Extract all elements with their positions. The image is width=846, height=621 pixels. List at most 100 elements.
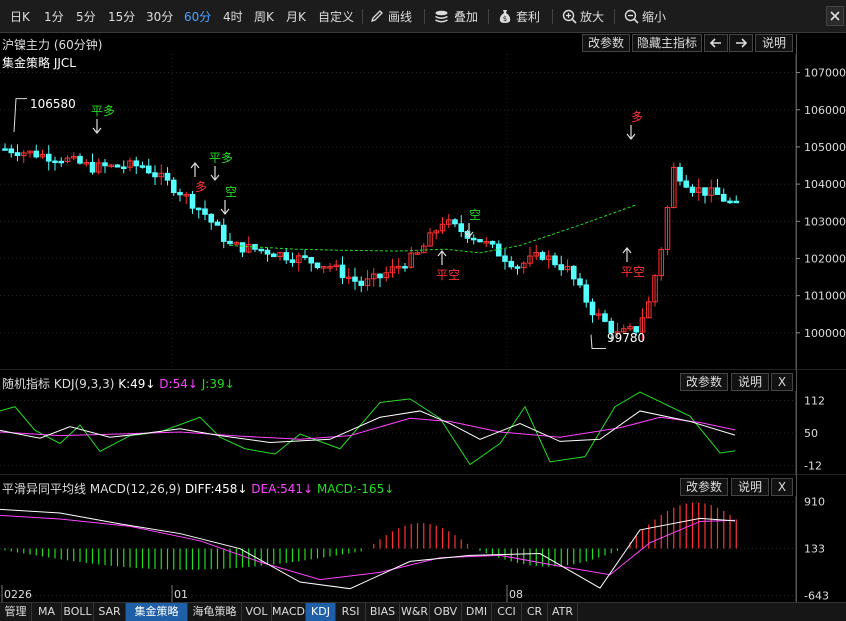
tab-indicator[interactable]: VOL [242, 603, 272, 621]
tab-indicator[interactable]: 管理 [0, 603, 32, 621]
zoom-in-icon [562, 9, 577, 24]
candle [570, 265, 577, 280]
tab-indicator[interactable]: SAR [94, 603, 126, 621]
period-15min[interactable]: 15分 [108, 8, 135, 26]
kdj-params-button[interactable]: 改参数 [680, 373, 728, 391]
candle [177, 192, 183, 196]
tab-indicator[interactable]: MACD [272, 603, 306, 621]
candle [539, 252, 546, 260]
time-tick-label: 0226 [4, 588, 32, 601]
macd-panel-header: 平滑异同平均线 MACD(12,26,9) DIFF:458↓ DEA:541↓… [0, 478, 796, 496]
kdj-j-line [0, 391, 736, 466]
kdj-help-button[interactable]: 说明 [731, 373, 769, 391]
tab-indicator[interactable]: W&R [400, 603, 430, 621]
candle [120, 166, 127, 170]
candle [339, 264, 346, 279]
time-tick-label: 08 [509, 588, 523, 601]
candle [195, 207, 202, 211]
candle [239, 242, 246, 253]
price-tick-label: 106000 [804, 104, 846, 117]
arrow-down-icon [220, 200, 230, 215]
candle [689, 186, 696, 193]
arbitrage-button[interactable]: $ 套利 [498, 8, 540, 26]
arrow-up-icon [190, 162, 200, 177]
overlay-button[interactable]: 叠加 [434, 8, 478, 26]
time-tick-label: 01 [174, 588, 188, 601]
arrow-down-icon [210, 166, 220, 181]
trade-signal-label: 平空 [436, 268, 460, 282]
tab-indicator[interactable]: 海龟策略 [188, 603, 242, 621]
period-4h[interactable]: 4时 [223, 8, 243, 26]
price-tick-label: 103000 [804, 215, 846, 228]
main-help-button[interactable]: 说明 [755, 34, 793, 52]
arrow-right-icon [736, 38, 748, 48]
tab-indicator[interactable]: 集金策略 [126, 603, 188, 621]
top-toolbar: 日K 1分 5分 15分 30分 60分 4时 周K 月K 自定义 画线 叠加 … [0, 0, 846, 33]
macd-chart[interactable]: 910 133 -643 0226 01 08 [0, 496, 846, 602]
tab-indicator[interactable]: DMI [462, 603, 492, 621]
macd-help-button[interactable]: 说明 [731, 478, 769, 496]
arrow-down-icon [626, 125, 636, 140]
candle [33, 150, 40, 158]
candle [152, 172, 158, 178]
macd-params-button[interactable]: 改参数 [680, 478, 728, 496]
kdj-chart[interactable]: 112 50 -12 [0, 391, 846, 475]
candle [508, 260, 515, 268]
candle [258, 248, 265, 252]
arbitrage-label: 套利 [516, 10, 541, 24]
high-marker-line [13, 98, 27, 133]
candle [452, 219, 458, 225]
period-1min[interactable]: 1分 [44, 8, 64, 26]
kdj-d-line [0, 416, 736, 440]
candle [602, 313, 608, 322]
candle [702, 187, 708, 196]
tab-indicator[interactable]: RSI [336, 603, 366, 621]
toolbar-divider [552, 9, 553, 24]
kdj-close-button[interactable]: X [771, 373, 793, 391]
kdj-name: 随机指标 [2, 377, 51, 391]
zoom-out-button[interactable]: 缩小 [624, 8, 666, 26]
price-tick-label: 101000 [804, 290, 846, 303]
candle [589, 301, 596, 316]
prev-indicator-button[interactable] [704, 34, 728, 52]
toolbar-divider [424, 9, 425, 24]
tab-indicator[interactable]: MA [32, 603, 62, 621]
candle [352, 276, 358, 282]
candlestick-chart[interactable]: 107000 106000 105000 104000 103000 102000 1010… [0, 54, 846, 370]
close-window-button[interactable] [826, 6, 844, 26]
candle [583, 284, 590, 303]
period-monthly[interactable]: 月K [286, 8, 306, 26]
zoom-in-button[interactable]: 放大 [562, 8, 604, 26]
candle [114, 164, 121, 168]
period-5min[interactable]: 5分 [76, 8, 96, 26]
tab-indicator[interactable]: ATR [548, 603, 578, 621]
main-params-button[interactable]: 改参数 [582, 34, 630, 52]
candle [714, 187, 721, 195]
macd-params: MACD(12,26,9) [89, 482, 181, 496]
hide-main-indicator-button[interactable]: 隐藏主指标 [632, 34, 702, 52]
candle [308, 257, 315, 264]
period-weekly[interactable]: 周K [254, 8, 274, 26]
draw-line-button[interactable]: 画线 [370, 8, 412, 26]
candle [45, 153, 52, 162]
kdj-legend: 随机指标 KDJ(9,3,3) K:49↓ D:54↓ J:39↓ [2, 375, 235, 392]
candle [683, 180, 690, 188]
macd-close-button[interactable]: X [771, 478, 793, 496]
price-tick-label: 105000 [804, 141, 846, 154]
tab-indicator[interactable]: OBV [430, 603, 462, 621]
tab-indicator[interactable]: BIAS [366, 603, 400, 621]
period-60min[interactable]: 60分 [184, 8, 211, 26]
tab-indicator[interactable]: BOLL [62, 603, 94, 621]
trade-signal-label: 平多 [209, 151, 233, 165]
candle [227, 240, 233, 245]
period-custom[interactable]: 自定义 [318, 8, 354, 26]
macd-diff-value: DIFF:458↓ [184, 482, 248, 496]
tab-indicator[interactable]: KDJ [306, 603, 336, 621]
next-indicator-button[interactable] [729, 34, 753, 52]
macd-dea-value: DEA:541↓ [251, 482, 314, 496]
period-daily[interactable]: 日K [10, 8, 30, 26]
tab-indicator[interactable]: CCI [492, 603, 522, 621]
period-30min[interactable]: 30分 [146, 8, 173, 26]
tab-indicator[interactable]: CR [522, 603, 548, 621]
candle [139, 165, 146, 168]
